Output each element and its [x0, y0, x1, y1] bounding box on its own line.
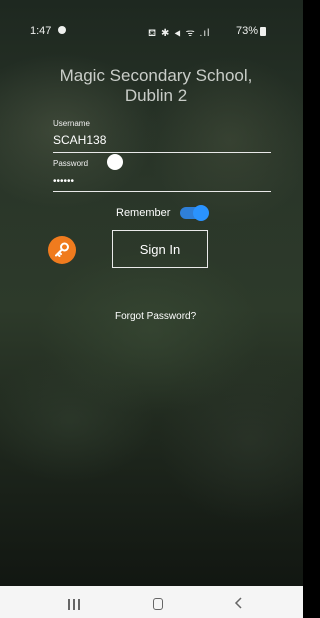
remember-label: Remember — [116, 207, 171, 219]
school-name: Magic Secondary School, Dublin 2 — [59, 66, 253, 105]
navigation-bar — [0, 586, 303, 618]
recents-icon[interactable] — [68, 599, 81, 610]
password-field[interactable]: •••••• — [53, 176, 74, 187]
sign-in-button[interactable]: Sign In — [112, 230, 208, 268]
status-time: 1:47 — [30, 25, 52, 37]
key-icon — [55, 242, 69, 257]
battery-icon — [260, 27, 266, 36]
home-icon[interactable] — [153, 598, 163, 610]
login-screen: 1:47 ⛾ ✱ ◂ ᯤ .ıl 73% Magic Secondary Sch… — [0, 0, 303, 618]
username-underline — [53, 152, 271, 153]
status-bar: 1:47 ⛾ ✱ ◂ ᯤ .ıl 73% — [0, 0, 303, 42]
toggle-knob — [193, 205, 209, 221]
forgot-password-link[interactable]: Forgot Password? — [115, 311, 196, 322]
key-login-button[interactable] — [48, 236, 76, 264]
text-cursor-handle[interactable] — [107, 154, 123, 170]
battery-percentage: 73% — [236, 25, 259, 37]
password-underline — [53, 191, 271, 192]
username-label: Username — [53, 119, 90, 128]
password-label: Password — [53, 159, 89, 168]
status-icons: ⛾ ✱ ◂ ᯤ .ıl — [148, 28, 211, 39]
back-icon[interactable] — [234, 596, 244, 610]
notification-dot-icon — [58, 26, 66, 34]
username-field[interactable]: SCAH138 — [53, 133, 106, 147]
remember-toggle[interactable] — [180, 205, 209, 221]
